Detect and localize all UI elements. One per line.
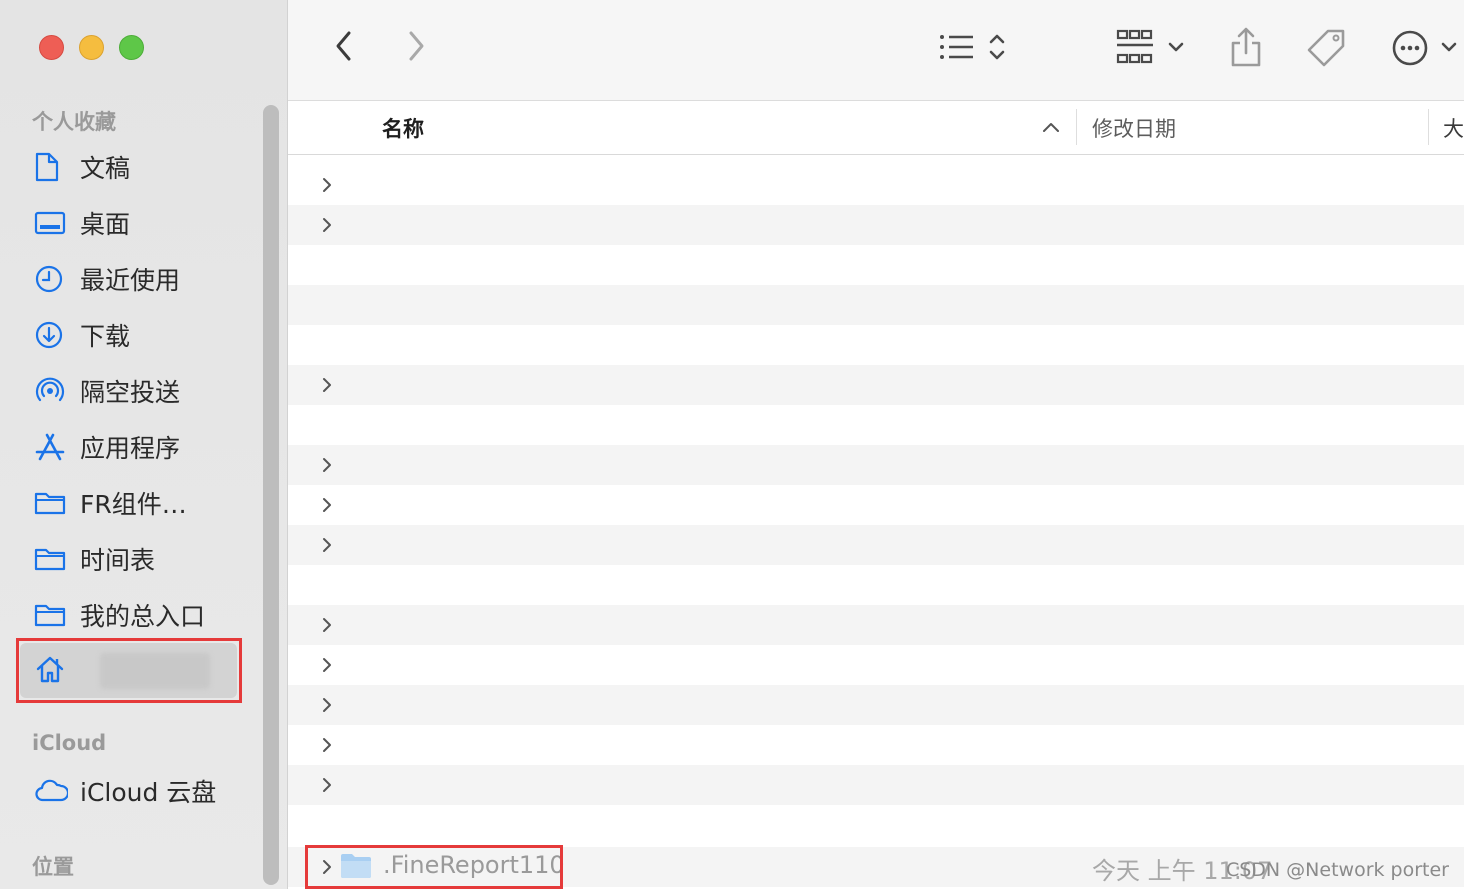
sidebar-item-fr-components[interactable]: FR组件… (30, 481, 245, 525)
list-item[interactable] (288, 325, 1464, 365)
sidebar-item-my-main-entry[interactable]: 我的总入口 (30, 593, 245, 637)
file-list: .FineReport110 今天 上午 11:07 (288, 165, 1464, 889)
applications-icon (34, 430, 74, 464)
tag-icon (1307, 29, 1345, 67)
column-divider[interactable] (1428, 109, 1429, 145)
disclosure-chevron-icon[interactable] (318, 776, 336, 794)
disclosure-chevron-icon[interactable] (318, 496, 336, 514)
disclosure-chevron-icon[interactable] (318, 736, 336, 754)
minimize-window-button[interactable] (79, 35, 104, 60)
group-button[interactable] (1114, 26, 1188, 68)
sidebar: 个人收藏 文稿 桌面 最近使用 下载 隔空投送 应用程序 FR组件… 时间表 我… (0, 0, 288, 889)
cloud-icon (34, 774, 74, 808)
chevron-right-icon (409, 31, 424, 61)
annotation-highlight-home (16, 638, 242, 703)
sidebar-item-label: FR组件… (80, 490, 187, 519)
sidebar-item-recents[interactable]: 最近使用 (30, 257, 245, 301)
disclosure-chevron-icon[interactable] (318, 656, 336, 674)
column-date-header[interactable]: 修改日期 (1092, 113, 1176, 143)
finder-window: 个人收藏 文稿 桌面 最近使用 下载 隔空投送 应用程序 FR组件… 时间表 我… (0, 0, 1464, 889)
list-item[interactable] (288, 685, 1464, 725)
sidebar-item-label: 下载 (80, 322, 131, 351)
watermark: CSDN @Network porter (1225, 859, 1449, 881)
clock-icon (34, 262, 74, 296)
share-icon (1231, 27, 1261, 67)
tag-button[interactable] (1304, 26, 1348, 70)
list-item[interactable] (288, 165, 1464, 205)
sidebar-item-label: 桌面 (80, 210, 131, 239)
sidebar-item-label: 时间表 (80, 546, 156, 575)
sidebar-item-label: 最近使用 (80, 266, 181, 295)
disclosure-chevron-icon[interactable] (318, 616, 336, 634)
column-divider[interactable] (1076, 109, 1077, 145)
sidebar-item-applications[interactable]: 应用程序 (30, 425, 245, 469)
sidebar-item-documents[interactable]: 文稿 (30, 145, 245, 189)
disclosure-chevron-icon[interactable] (318, 696, 336, 714)
disclosure-chevron-icon[interactable] (318, 376, 336, 394)
zoom-window-button[interactable] (119, 35, 144, 60)
list-item[interactable] (288, 365, 1464, 405)
more-actions-button[interactable] (1388, 26, 1464, 70)
disclosure-chevron-icon[interactable] (318, 456, 336, 474)
list-item[interactable] (288, 525, 1464, 565)
sidebar-item-label: 我的总入口 (80, 602, 206, 631)
list-item[interactable] (288, 725, 1464, 765)
document-icon (34, 150, 74, 184)
sidebar-item-downloads[interactable]: 下载 (30, 313, 245, 357)
sidebar-item-timetable[interactable]: 时间表 (30, 537, 245, 581)
toolbar (288, 0, 1464, 101)
column-size-header[interactable]: 大 (1443, 113, 1464, 143)
sidebar-item-label: 应用程序 (80, 434, 181, 463)
favorites-heading: 个人收藏 (32, 110, 116, 134)
desktop-icon (34, 206, 74, 240)
disclosure-chevron-icon[interactable] (318, 216, 336, 234)
view-options-button[interactable] (933, 26, 1013, 68)
ellipsis-circle-icon (1392, 30, 1457, 66)
grid-icon (1116, 29, 1184, 64)
list-item[interactable] (288, 485, 1464, 525)
back-button[interactable] (326, 28, 362, 64)
forward-button[interactable] (398, 28, 434, 64)
sidebar-item-label: iCloud 云盘 (80, 778, 217, 807)
folder-icon (34, 598, 74, 632)
locations-heading: 位置 (32, 855, 74, 879)
disclosure-chevron-icon[interactable] (318, 176, 336, 194)
sort-ascending-icon (1043, 123, 1059, 132)
airdrop-icon (34, 374, 74, 408)
column-name-header[interactable]: 名称 (382, 113, 424, 143)
sidebar-scrollbar[interactable] (263, 105, 279, 885)
folder-icon (34, 486, 74, 520)
list-item[interactable] (288, 205, 1464, 245)
sidebar-item-airdrop[interactable]: 隔空投送 (30, 369, 245, 413)
close-window-button[interactable] (39, 35, 64, 60)
sidebar-item-desktop[interactable]: 桌面 (30, 201, 245, 245)
sidebar-item-icloud-drive[interactable]: iCloud 云盘 (30, 769, 245, 813)
column-header: 名称 修改日期 大 (288, 101, 1464, 155)
annotation-highlight-finereport (305, 845, 563, 889)
chevron-left-icon (336, 31, 351, 61)
list-item[interactable] (288, 405, 1464, 445)
share-button[interactable] (1226, 24, 1266, 70)
disclosure-chevron-icon[interactable] (318, 536, 336, 554)
list-item[interactable] (288, 605, 1464, 645)
list-item[interactable] (288, 645, 1464, 685)
list-item[interactable] (288, 285, 1464, 325)
icloud-heading: iCloud (32, 731, 107, 755)
list-item[interactable] (288, 565, 1464, 605)
download-icon (34, 318, 74, 352)
list-item[interactable] (288, 765, 1464, 805)
sidebar-item-label: 隔空投送 (80, 378, 181, 407)
list-item[interactable] (288, 805, 1464, 845)
folder-icon (34, 542, 74, 576)
list-view-icon (940, 34, 1005, 60)
list-item[interactable] (288, 245, 1464, 285)
list-item[interactable] (288, 445, 1464, 485)
sidebar-item-label: 文稿 (80, 154, 131, 183)
